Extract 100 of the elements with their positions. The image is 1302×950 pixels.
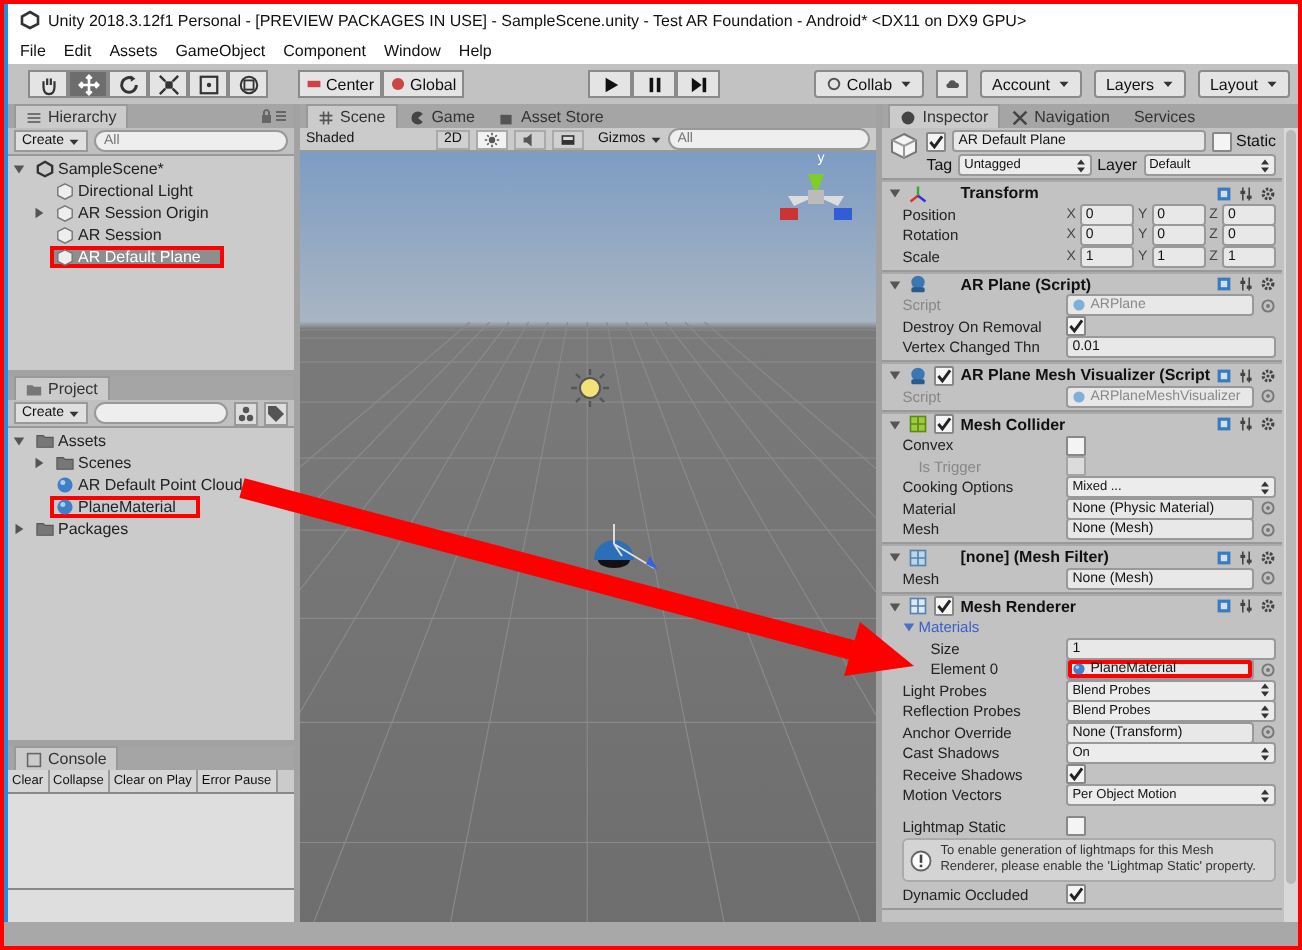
cube-icon [888, 130, 921, 162]
checkbox[interactable] [934, 596, 955, 616]
toggle-button[interactable] [551, 129, 584, 149]
checkbox[interactable] [934, 414, 955, 434]
expand-arrow-icon[interactable] [12, 162, 26, 176]
menu-item[interactable]: Component [283, 41, 366, 59]
menu-item[interactable]: File [20, 41, 46, 59]
checkbox[interactable] [934, 365, 955, 385]
checkbox[interactable] [926, 131, 947, 151]
tree-item[interactable]: SampleScene* [30, 158, 172, 180]
sliders-icon[interactable] [1238, 416, 1254, 432]
expand-arrow-icon[interactable] [902, 620, 917, 635]
expand-arrow-icon[interactable] [888, 599, 903, 613]
tool-button[interactable] [108, 70, 148, 98]
gear-icon[interactable] [1260, 598, 1276, 614]
menu-item[interactable]: Assets [109, 41, 158, 59]
sliders-icon[interactable] [1238, 185, 1254, 201]
sliders-icon[interactable] [1238, 276, 1254, 292]
expand-arrow-icon[interactable] [888, 186, 903, 200]
tree-item[interactable]: Scenes [50, 452, 140, 474]
tree-item[interactable]: Packages [30, 518, 137, 540]
component-title: AR Plane Mesh Visualizer (Script [960, 366, 1210, 384]
tool-button[interactable] [148, 70, 188, 98]
dropdown-button[interactable]: Account [980, 70, 1082, 98]
tree-item[interactable]: AR Default Point Cloud [50, 474, 251, 496]
toggle-button[interactable] [475, 129, 508, 149]
tag-icon[interactable] [264, 401, 288, 425]
panel-tab[interactable]: Navigation [1000, 104, 1122, 128]
gear-icon[interactable] [1260, 549, 1276, 565]
menu-item[interactable]: Help [458, 41, 492, 59]
expand-arrow-icon[interactable] [888, 550, 903, 564]
checkbox[interactable] [1066, 816, 1087, 836]
tool-button[interactable] [228, 70, 268, 98]
toggle-button[interactable]: Center [298, 70, 383, 98]
search-field[interactable] [94, 402, 228, 424]
menu-item[interactable]: GameObject [175, 41, 266, 59]
panel-tab[interactable]: Scene [306, 104, 398, 128]
panel-tab[interactable]: Console [14, 746, 119, 770]
dropdown-button[interactable]: Layers [1093, 70, 1186, 98]
toggle-button[interactable] [513, 129, 546, 149]
expand-arrow-icon[interactable] [32, 456, 46, 470]
object-picker-icon[interactable] [1260, 661, 1276, 678]
object-picker-icon[interactable] [1260, 724, 1276, 741]
tool-button[interactable] [188, 70, 228, 98]
expand-arrow-icon[interactable] [888, 277, 903, 291]
sliders-icon[interactable] [1238, 598, 1254, 614]
checkbox[interactable] [1066, 764, 1087, 785]
gear-icon[interactable] [1260, 367, 1276, 383]
panel-tab[interactable]: Project [14, 376, 110, 400]
dropdown-button[interactable]: Layout [1197, 70, 1290, 98]
expand-arrow-icon[interactable] [888, 417, 903, 431]
expand-arrow-icon[interactable] [12, 522, 26, 536]
panel-tab[interactable]: Asset Store [486, 104, 616, 128]
step-button[interactable] [676, 70, 721, 98]
sliders-icon[interactable] [1238, 367, 1254, 383]
help-book-icon[interactable] [1216, 367, 1232, 383]
object-picker-icon[interactable] [1260, 297, 1276, 314]
help-book-icon[interactable] [1216, 185, 1232, 201]
checkbox[interactable] [1211, 131, 1232, 151]
tree-item[interactable]: Directional Light [50, 180, 201, 202]
tree-item[interactable]: PlaneMaterial [50, 496, 200, 518]
help-book-icon[interactable] [1216, 416, 1232, 432]
tool-button[interactable] [68, 70, 108, 98]
tree-item[interactable]: AR Session [50, 224, 170, 246]
tree-item[interactable]: AR Session Origin [50, 202, 217, 224]
filter-icon[interactable] [234, 401, 258, 425]
object-picker-icon[interactable] [1260, 388, 1276, 405]
checkbox[interactable] [1066, 884, 1087, 905]
toggle-button[interactable]: Global [382, 70, 465, 98]
pause-button[interactable] [632, 70, 677, 98]
sun-icon [483, 131, 500, 147]
expand-arrow-icon[interactable] [12, 434, 26, 448]
panel-tab[interactable]: Game [397, 104, 487, 128]
grid-cube-icon [908, 596, 929, 616]
image-icon [559, 131, 576, 147]
component-header[interactable]: Mesh Renderer [882, 593, 1282, 617]
menu-item[interactable]: Window [383, 41, 441, 59]
unity-logo-icon [20, 10, 40, 30]
expand-arrow-icon[interactable] [888, 368, 903, 382]
sliders-icon[interactable] [1238, 549, 1254, 565]
help-book-icon[interactable] [1216, 276, 1232, 292]
gear-icon[interactable] [1260, 185, 1276, 201]
play-button[interactable] [588, 70, 633, 98]
help-book-icon[interactable] [1216, 598, 1232, 614]
panel-tab[interactable]: Hierarchy [14, 104, 129, 128]
tree-item[interactable]: Assets [30, 430, 115, 452]
panel-tab[interactable]: Services [1121, 104, 1208, 128]
checkbox[interactable] [1066, 435, 1087, 456]
collab-button[interactable]: Collab [814, 70, 925, 98]
gear-icon[interactable] [1260, 276, 1276, 292]
gear-icon[interactable] [1260, 416, 1276, 432]
component-header[interactable]: Mesh Collider [882, 411, 1282, 435]
checkbox[interactable] [1066, 316, 1087, 337]
tool-button[interactable] [28, 70, 68, 98]
help-book-icon[interactable] [1216, 549, 1232, 565]
menu-item[interactable]: Edit [63, 41, 92, 59]
object-picker-icon[interactable] [1260, 570, 1276, 587]
cloud-button[interactable] [936, 70, 969, 98]
expand-arrow-icon[interactable] [32, 206, 46, 220]
panel-tab[interactable]: Inspector [888, 104, 1001, 128]
